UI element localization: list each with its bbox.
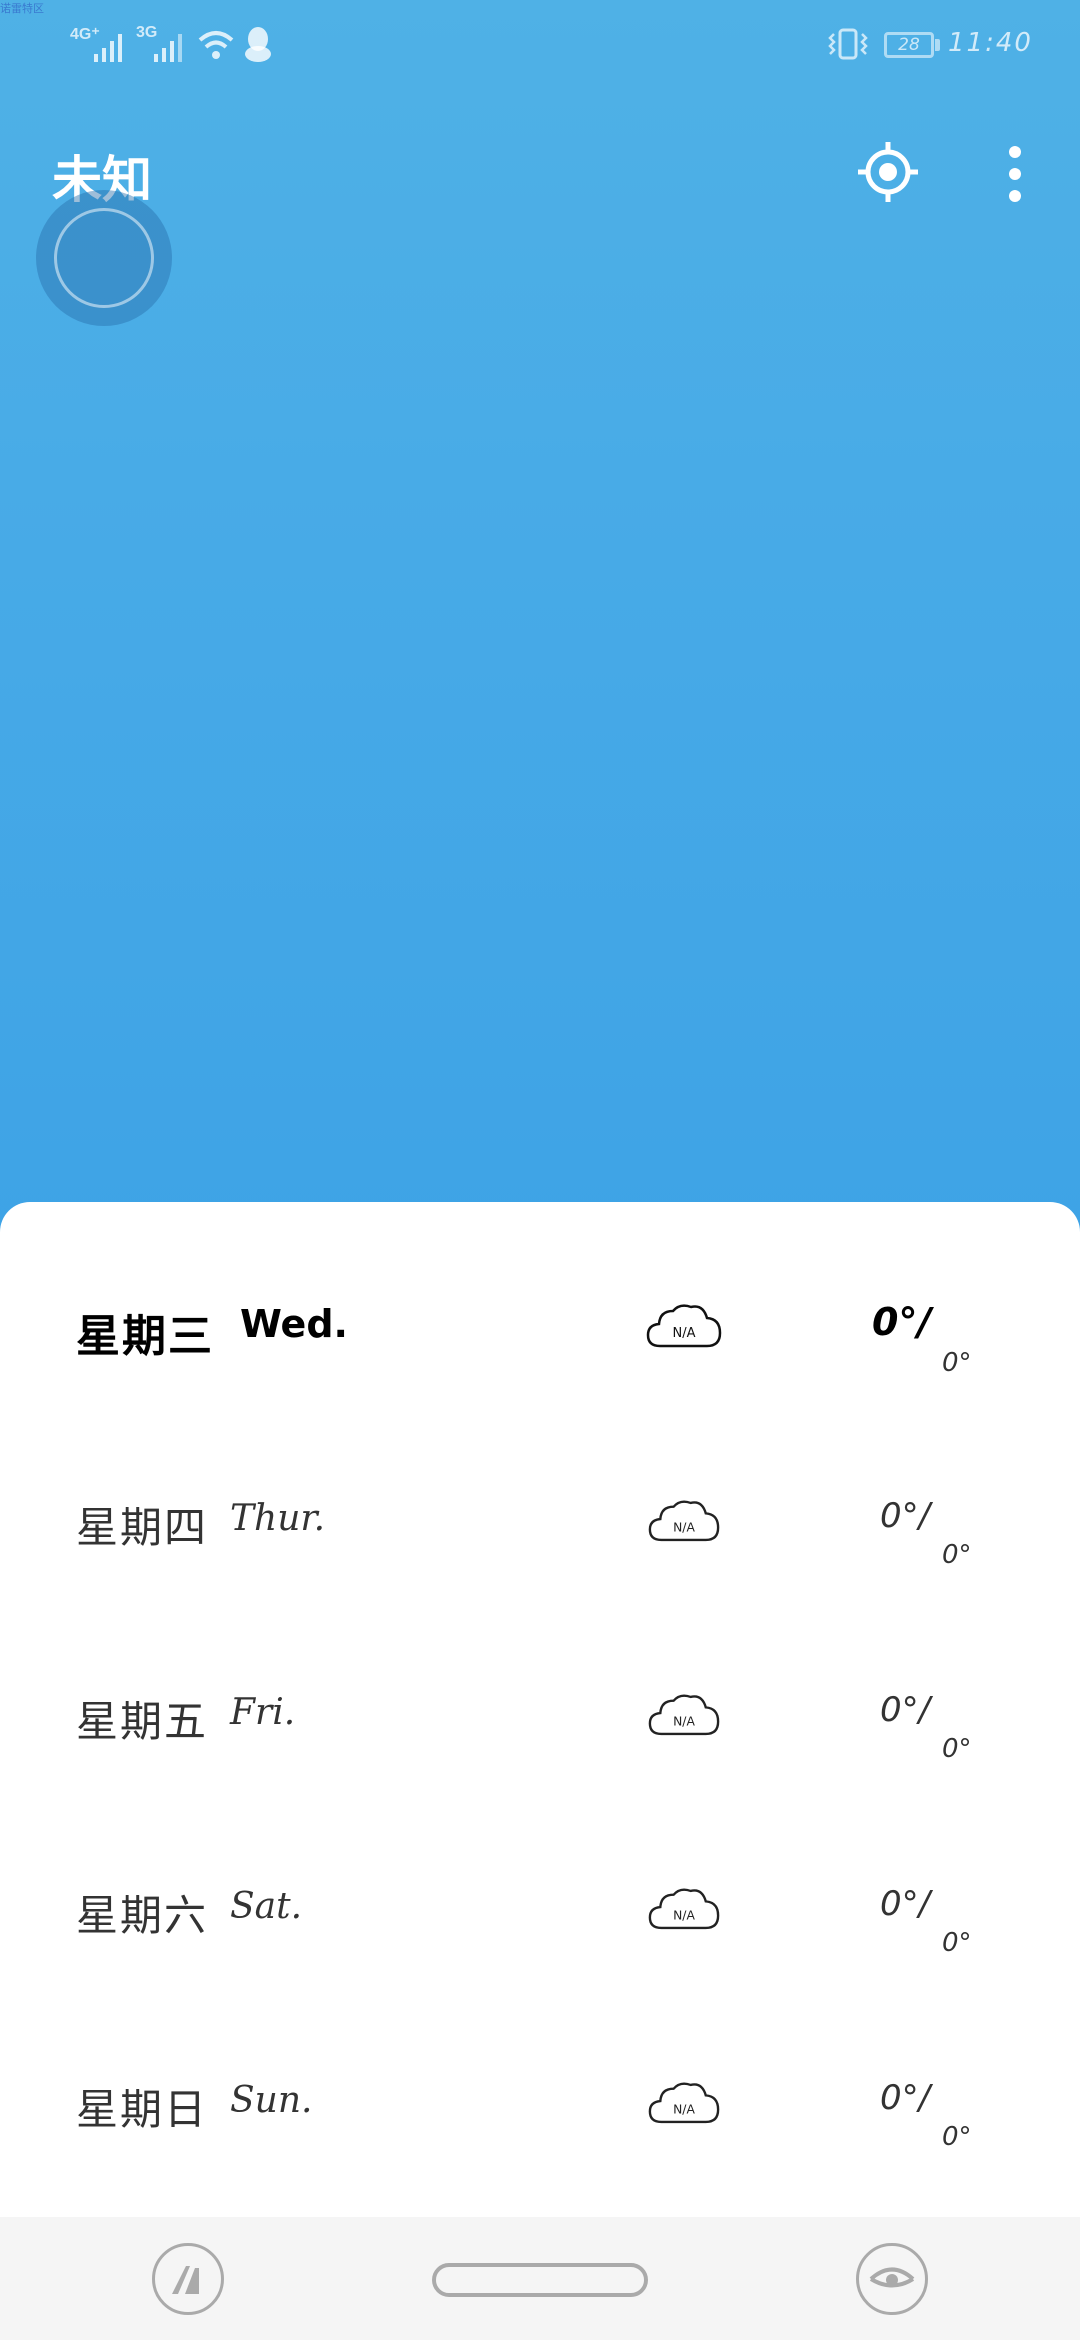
day-name-cn: 星期六 — [76, 1891, 209, 1940]
day-name-en: Thur. — [230, 1498, 326, 1539]
cloud-icon-label: N/A — [673, 2102, 695, 2116]
status-bar: 诺雷特区 4G⁺ 3G 28 11:40 — [0, 0, 1080, 90]
wifi-icon — [198, 31, 234, 59]
forecast-row-1[interactable]: 星期四 Thur. N/A 0°/ 0° — [0, 1494, 1080, 1644]
high-temp: 0°/ — [880, 2078, 931, 2118]
cloud-icon: N/A — [646, 1304, 722, 1348]
floating-circle-ring — [54, 208, 154, 308]
cloud-icon: N/A — [648, 1694, 720, 1736]
day-name-en: Sun. — [230, 2080, 313, 2121]
high-temp: 0°/ — [880, 1496, 931, 1536]
status-clock: 11:40 — [948, 28, 1033, 58]
day-name-en: Fri. — [230, 1692, 296, 1733]
cloud-icon-label: N/A — [673, 1714, 695, 1728]
day-name-cn: 星期三 — [76, 1311, 214, 1362]
floating-circle-button[interactable] — [36, 190, 172, 326]
day-name-cn: 星期四 — [76, 1503, 209, 1552]
day-name-cn: 星期日 — [76, 2085, 209, 2134]
low-temp: 0° — [942, 1540, 972, 1570]
forecast-sheet: 星期三 Wed. N/A 0°/ 0° 星期四 Thur. N/A 0°/ 0°… — [0, 1202, 1080, 2217]
low-temp: 0° — [942, 1348, 972, 1378]
locate-icon[interactable] — [856, 140, 920, 204]
forecast-row-4[interactable]: 星期日 Sun. N/A 0°/ 0° — [0, 2076, 1080, 2226]
nav-right-button[interactable] — [856, 2243, 928, 2315]
high-temp: 0°/ — [872, 1300, 932, 1344]
day-name-en: Wed. — [240, 1302, 348, 1346]
system-nav-bar — [0, 2217, 1080, 2340]
day-name-en: Sat. — [230, 1886, 303, 1927]
low-temp: 0° — [942, 1928, 972, 1958]
low-temp: 0° — [942, 1734, 972, 1764]
cloud-icon: N/A — [648, 2082, 720, 2124]
app-logo-icon — [172, 2266, 199, 2294]
eye-comfort-icon — [869, 2267, 915, 2288]
forecast-row-0[interactable]: 星期三 Wed. N/A 0°/ 0° — [0, 1300, 1080, 1450]
forecast-row-3[interactable]: 星期六 Sat. N/A 0°/ 0° — [0, 1882, 1080, 2032]
vibrate-icon — [828, 28, 868, 60]
cloud-icon-label: N/A — [673, 1520, 695, 1534]
high-temp: 0°/ — [880, 1690, 931, 1730]
battery-tip — [935, 39, 940, 51]
day-name-cn: 星期五 — [76, 1697, 209, 1746]
high-temp: 0°/ — [880, 1884, 931, 1924]
forecast-row-2[interactable]: 星期五 Fri. N/A 0°/ 0° — [0, 1688, 1080, 1838]
more-options-icon[interactable] — [1000, 144, 1030, 204]
cloud-icon: N/A — [648, 1888, 720, 1930]
low-temp: 0° — [942, 2122, 972, 2152]
cloud-icon-label: N/A — [673, 1908, 695, 1922]
qq-notification-icon — [245, 27, 271, 62]
signal-strength-icon-2 — [154, 34, 182, 62]
nav-left-button[interactable] — [152, 2243, 224, 2315]
cloud-icon: N/A — [648, 1500, 720, 1542]
battery-indicator: 28 — [884, 32, 934, 58]
cloud-icon-label: N/A — [673, 1326, 696, 1341]
status-corner-label: 诺雷特区 — [0, 3, 44, 15]
home-pill-button[interactable] — [432, 2263, 648, 2297]
signal-strength-icon — [94, 34, 122, 62]
